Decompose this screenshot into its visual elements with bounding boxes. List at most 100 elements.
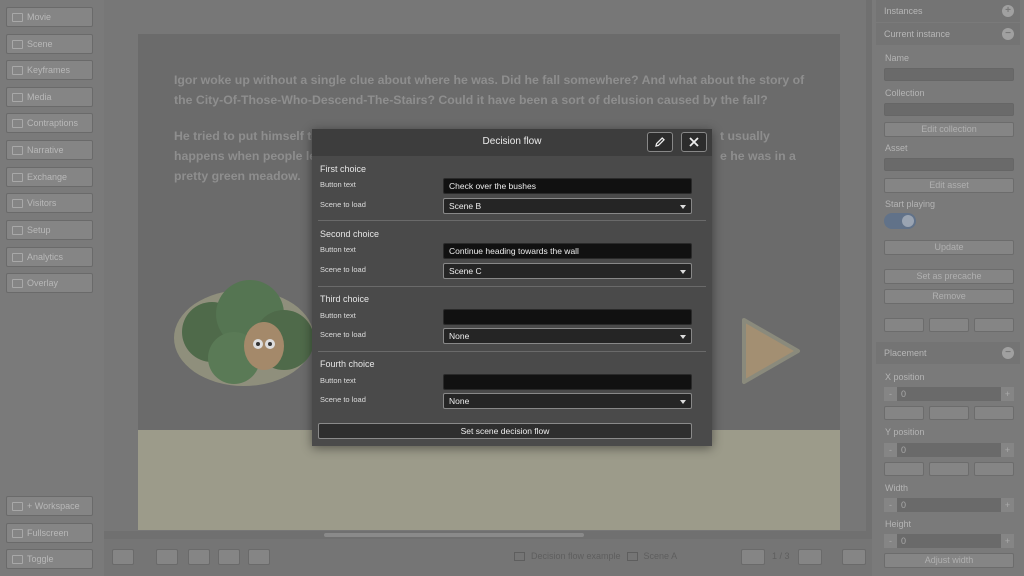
align-right-icon[interactable] xyxy=(974,406,1014,420)
nav-narrative[interactable]: Narrative xyxy=(6,140,93,160)
choice-3-button-text-input[interactable] xyxy=(443,309,692,325)
x-position-value[interactable]: 0 xyxy=(897,387,1001,401)
align-center-icon[interactable] xyxy=(929,406,969,420)
y-position-stepper[interactable]: -0 + xyxy=(884,443,1014,457)
choice-4-button-text-input[interactable] xyxy=(443,374,692,390)
minus-icon[interactable]: − xyxy=(1002,347,1014,359)
nav-keyframes[interactable]: Keyframes xyxy=(6,60,93,80)
width-label: Width xyxy=(885,483,909,493)
nav-contraptions[interactable]: Contraptions xyxy=(6,113,93,133)
scene-masks-icon xyxy=(626,551,638,561)
adjust-width-button[interactable]: Adjust width xyxy=(884,553,1014,568)
decrement-button[interactable]: - xyxy=(884,498,897,512)
instances-header[interactable]: Instances + xyxy=(876,0,1020,22)
align-top-icon[interactable] xyxy=(884,462,924,476)
asset-select[interactable] xyxy=(884,158,1014,171)
edit-asset-button[interactable]: Edit asset xyxy=(884,178,1014,193)
decrement-button[interactable]: - xyxy=(884,443,897,457)
choice-3-scene-select[interactable]: None xyxy=(443,328,692,344)
start-playing-toggle[interactable] xyxy=(884,213,916,229)
previous-scene-button[interactable] xyxy=(741,549,765,565)
zoom-out-icon[interactable] xyxy=(188,549,210,565)
fit-screen-icon[interactable] xyxy=(218,549,240,565)
decision-flow-dialog: Decision flow First choice Button text C… xyxy=(312,129,712,446)
layout-icon[interactable] xyxy=(112,549,134,565)
choice-4-scene-select[interactable]: None xyxy=(443,393,692,409)
height-stepper[interactable]: -0 + xyxy=(884,534,1014,548)
increment-button[interactable]: + xyxy=(1001,387,1014,401)
next-scene-button[interactable] xyxy=(798,549,822,565)
users-icon xyxy=(12,198,23,208)
increment-button[interactable]: + xyxy=(1001,498,1014,512)
button-text-label: Button text xyxy=(320,245,356,254)
increment-button[interactable]: + xyxy=(1001,443,1014,457)
name-input[interactable] xyxy=(884,68,1014,81)
scroll-thumb[interactable] xyxy=(324,533,584,537)
minus-icon[interactable]: − xyxy=(1002,28,1014,40)
workspace-button[interactable]: + Workspace xyxy=(6,496,93,516)
nav-label: + Workspace xyxy=(27,501,80,511)
bush-character-image[interactable] xyxy=(172,274,322,392)
placement-header[interactable]: Placement − xyxy=(876,342,1020,364)
nav-label: Toggle xyxy=(27,554,54,564)
story-line: Igor woke up without a single clue about… xyxy=(174,73,805,87)
update-button[interactable]: Update xyxy=(884,240,1014,255)
toggle-button[interactable]: Toggle xyxy=(6,549,93,569)
nav-overlay[interactable]: Overlay xyxy=(6,273,93,293)
pause-icon[interactable] xyxy=(929,318,969,332)
collection-select[interactable] xyxy=(884,103,1014,116)
y-position-value[interactable]: 0 xyxy=(897,443,1001,457)
current-instance-header[interactable]: Current instance − xyxy=(876,23,1020,45)
width-value[interactable]: 0 xyxy=(897,498,1001,512)
align-left-icon[interactable] xyxy=(884,406,924,420)
decrement-button[interactable]: - xyxy=(884,387,897,401)
nav-label: Contraptions xyxy=(27,118,79,128)
increment-button[interactable]: + xyxy=(1001,534,1014,548)
nav-media[interactable]: Media xyxy=(6,87,93,107)
choice-2-button-text-input[interactable]: Continue heading towards the wall xyxy=(443,243,692,259)
horizontal-scrollbar[interactable] xyxy=(104,531,866,539)
width-stepper[interactable]: -0 + xyxy=(884,498,1014,512)
edit-collection-button[interactable]: Edit collection xyxy=(884,122,1014,137)
play-icon[interactable] xyxy=(884,318,924,332)
height-label: Height xyxy=(885,519,912,529)
zoom-in-icon[interactable] xyxy=(156,549,178,565)
align-middle-icon[interactable] xyxy=(929,462,969,476)
remove-button[interactable]: Remove xyxy=(884,289,1014,304)
button-text-label: Button text xyxy=(320,376,356,385)
aspect-ratio-icon[interactable] xyxy=(248,549,270,565)
breadcrumb-movie[interactable]: Decision flow example xyxy=(531,551,621,561)
selected-scene: Scene C xyxy=(449,266,482,276)
set-decision-flow-button[interactable]: Set scene decision flow xyxy=(318,423,692,439)
stop-icon[interactable] xyxy=(974,318,1014,332)
close-button[interactable] xyxy=(681,132,707,152)
nav-setup[interactable]: Setup xyxy=(6,220,93,240)
plus-icon[interactable]: + xyxy=(1002,5,1014,17)
edit-button[interactable] xyxy=(647,132,673,152)
pencil-icon xyxy=(655,137,665,147)
decrement-button[interactable]: - xyxy=(884,534,897,548)
choice-1-button-text-input[interactable]: Check over the bushes xyxy=(443,178,692,194)
nav-exchange[interactable]: Exchange xyxy=(6,167,93,187)
nav-label: Analytics xyxy=(27,252,64,262)
height-value[interactable]: 0 xyxy=(897,534,1001,548)
play-button[interactable] xyxy=(842,549,866,565)
choice-1-scene-select[interactable]: Scene B xyxy=(443,198,692,214)
next-arrow-image[interactable] xyxy=(740,316,802,386)
nav-analytics[interactable]: Analytics xyxy=(6,247,93,267)
fullscreen-button[interactable]: Fullscreen xyxy=(6,523,93,543)
set-precache-button[interactable]: Set as precache xyxy=(884,269,1014,284)
robot-icon xyxy=(12,118,23,128)
nav-label: Movie xyxy=(27,12,52,22)
nav-scene[interactable]: Scene xyxy=(6,34,93,54)
breadcrumb: Decision flow example Scene A xyxy=(514,551,677,561)
x-position-stepper[interactable]: -0 + xyxy=(884,387,1014,401)
nav-visitors[interactable]: Visitors xyxy=(6,193,93,213)
nav-movie[interactable]: Movie xyxy=(6,7,93,27)
story-line: happens when people le xyxy=(174,149,317,163)
breadcrumb-scene[interactable]: Scene A xyxy=(644,551,678,561)
choice-1-title: First choice xyxy=(320,164,367,174)
align-bottom-icon[interactable] xyxy=(974,462,1014,476)
choice-2-scene-select[interactable]: Scene C xyxy=(443,263,692,279)
caret-down-icon xyxy=(680,400,686,404)
